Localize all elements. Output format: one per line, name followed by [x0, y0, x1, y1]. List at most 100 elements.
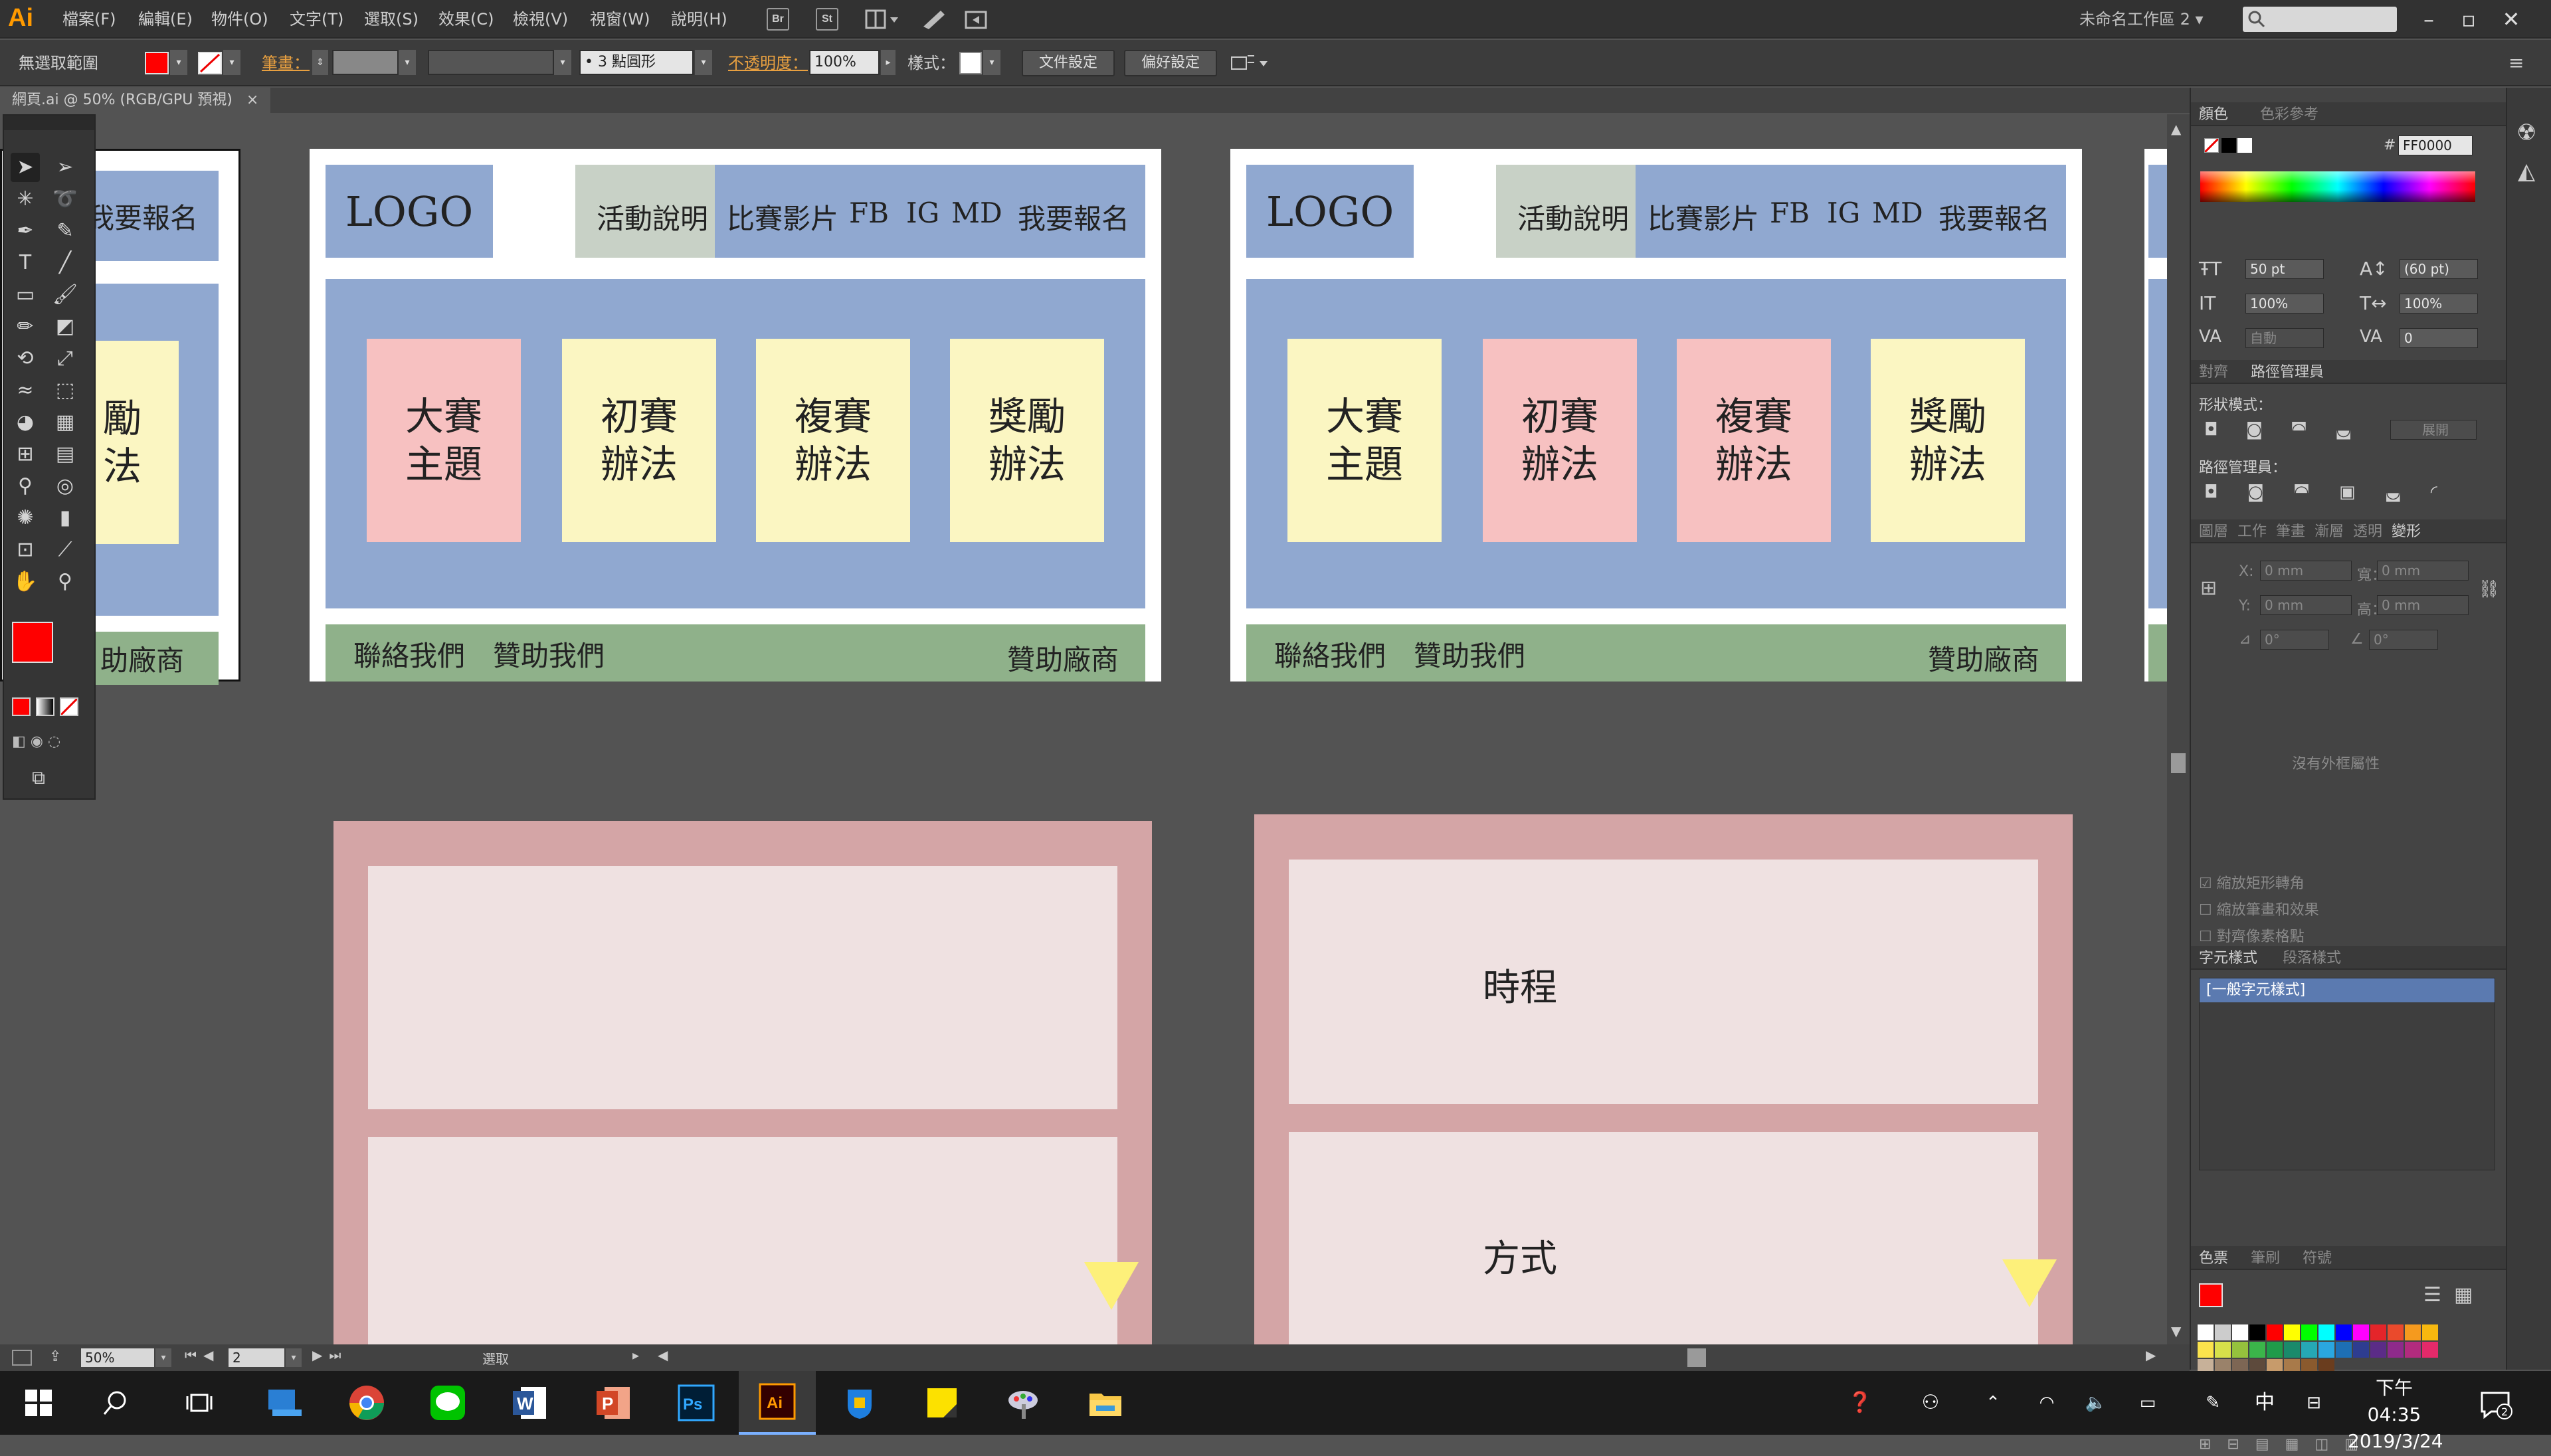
chrome-icon[interactable]: [328, 1371, 405, 1435]
fill-dropdown[interactable]: ▾: [170, 50, 187, 75]
tab-brushes[interactable]: 筆刷: [2251, 1247, 2280, 1270]
selection-tool-icon[interactable]: ➤: [11, 153, 40, 182]
preferences-button[interactable]: 偏好設定: [1124, 50, 1217, 76]
tab-artboards[interactable]: 工作: [2237, 521, 2267, 543]
pen-tray-icon[interactable]: ✎: [2196, 1371, 2229, 1435]
tab-transparency[interactable]: 透明: [2353, 521, 2382, 543]
horizontal-scroll-thumb[interactable]: [1687, 1348, 1706, 1367]
rotate-tool-icon[interactable]: ⟲: [11, 344, 40, 373]
eraser-tool-icon[interactable]: ◩: [50, 312, 80, 341]
zoom-dropdown[interactable]: ▾: [155, 1348, 171, 1367]
libraries-icon[interactable]: ◭: [2518, 158, 2535, 185]
artboard-tool-icon[interactable]: ⊡: [11, 535, 40, 565]
opacity-field[interactable]: 100%: [809, 50, 880, 75]
stroke-label[interactable]: 筆畫：: [262, 53, 310, 73]
tab-color-guide[interactable]: 色彩參考: [2260, 104, 2318, 126]
profile-dropdown[interactable]: ▾: [554, 50, 571, 75]
ime-mode-icon[interactable]: ⊟: [2297, 1371, 2330, 1435]
width-tool-icon[interactable]: ≈: [11, 376, 40, 405]
pathfinder-buttons[interactable]: ◘◙◚▣◛◜: [2204, 482, 2467, 502]
slice-tool-icon[interactable]: ⟋: [50, 535, 80, 565]
tab-gradient[interactable]: 漸層: [2315, 521, 2344, 543]
none-swatch[interactable]: [2204, 137, 2220, 153]
draw-mode-icons[interactable]: ◧ ◉ ◌: [12, 733, 85, 753]
type-tool-icon[interactable]: T: [11, 248, 40, 278]
curvature-tool-icon[interactable]: ✎: [50, 217, 80, 246]
color-spectrum[interactable]: [2200, 171, 2475, 202]
color-mode-icon[interactable]: [12, 697, 31, 716]
symbol-sprayer-tool-icon[interactable]: ✺: [11, 503, 40, 533]
file-explorer-icon[interactable]: [1067, 1371, 1144, 1435]
search-taskbar-icon[interactable]: [77, 1371, 154, 1435]
opacity-label[interactable]: 不透明度：: [728, 53, 808, 73]
scroll-down-icon[interactable]: ▼: [2171, 1323, 2181, 1339]
shear-field[interactable]: 0°: [2369, 630, 2438, 650]
document-setup-button[interactable]: 文件設定: [1022, 50, 1115, 76]
share-icon[interactable]: ⇪: [49, 1348, 61, 1365]
people-icon[interactable]: ⚇: [1911, 1371, 1950, 1435]
black-swatch[interactable]: [2221, 138, 2236, 153]
task-view-icon[interactable]: [161, 1371, 238, 1435]
w-field[interactable]: 0 mm: [2377, 561, 2469, 581]
ime-indicator[interactable]: 中: [2248, 1371, 2281, 1435]
tab-pathfinder[interactable]: 路徑管理員: [2251, 361, 2324, 384]
close-button[interactable]: ✕: [2491, 0, 2531, 39]
illustrator-icon[interactable]: Ai: [739, 1371, 816, 1435]
magic-wand-tool-icon[interactable]: ✳: [11, 185, 40, 214]
document-tab[interactable]: 網頁.ai @ 50% (RGB/GPU 預視) ×: [0, 88, 271, 113]
check-scale-corners[interactable]: ☑ 縮放矩形轉角: [2199, 871, 2305, 893]
direct-selection-tool-icon[interactable]: ➢: [50, 153, 80, 182]
paint-icon[interactable]: [985, 1371, 1062, 1435]
horizontal-scale-field[interactable]: 100%: [2400, 294, 2478, 314]
zoom-tool-icon[interactable]: ⚲: [50, 567, 80, 596]
publish-icon[interactable]: [963, 7, 990, 33]
check-align-pixel[interactable]: ☐ 對齊像素格點: [2199, 925, 2305, 946]
scroll-left-icon[interactable]: ◀: [658, 1347, 668, 1363]
menu-edit[interactable]: 編輯(E): [138, 0, 193, 39]
tab-swatches[interactable]: 色票: [2199, 1247, 2228, 1270]
rectangle-tool-icon[interactable]: ▭: [11, 280, 40, 310]
stock-button[interactable]: St: [816, 8, 838, 31]
swatch-action-icons[interactable]: ⊞⊟▤▦◫▥: [2199, 1436, 2491, 1456]
font-size-field[interactable]: 50 pt: [2245, 259, 2324, 279]
powerpoint-icon[interactable]: P: [575, 1371, 652, 1435]
expand-button[interactable]: 展開: [2390, 420, 2477, 440]
start-button[interactable]: [0, 1371, 77, 1435]
angle-field[interactable]: 0°: [2260, 630, 2329, 650]
artboard-first-prev-icons[interactable]: ⏮◀: [185, 1347, 220, 1363]
stroke-weight-dropdown[interactable]: ▾: [399, 50, 416, 75]
h-field[interactable]: 0 mm: [2377, 595, 2469, 615]
battery-icon[interactable]: ▭: [2131, 1371, 2164, 1435]
perspective-grid-tool-icon[interactable]: ▦: [50, 408, 80, 437]
artboard-number-field[interactable]: 2: [229, 1348, 284, 1367]
word-icon[interactable]: W: [492, 1371, 569, 1435]
variable-width-profile[interactable]: [428, 50, 554, 75]
bridge-button[interactable]: Br: [767, 8, 789, 31]
zoom-field[interactable]: 50%: [81, 1348, 154, 1367]
tab-paragraph-styles[interactable]: 段落樣式: [2283, 947, 2341, 970]
constrain-link-icon[interactable]: ⛓: [2478, 579, 2500, 599]
list-view-icon[interactable]: ☰: [2423, 1283, 2441, 1307]
fill-color-icon[interactable]: [12, 622, 53, 663]
help-tray-icon[interactable]: ❓: [1840, 1371, 1880, 1435]
artboard-1[interactable]: LOGO 活動說明 比賽影片 FB IG MD 我要報名 大賽 主題 初賽 辦法…: [310, 149, 1161, 682]
close-tab-icon[interactable]: ×: [246, 92, 258, 108]
screen-mode-icon[interactable]: ⧉: [32, 767, 65, 790]
gpu-performance-icon[interactable]: [921, 7, 947, 33]
scale-tool-icon[interactable]: ⤢: [50, 344, 80, 373]
workspace-switcher[interactable]: 未命名工作區 2 ▾: [2079, 0, 2204, 39]
hand-tool-icon[interactable]: ✋: [11, 567, 40, 596]
artboard-dropdown[interactable]: ▾: [286, 1348, 302, 1367]
vertical-scroll-thumb[interactable]: [2171, 753, 2186, 773]
restore-button[interactable]: ▫: [2449, 0, 2489, 39]
scroll-right-icon[interactable]: ▶: [2146, 1347, 2156, 1363]
line-tool-icon[interactable]: ╱: [50, 248, 80, 278]
vertical-scale-field[interactable]: 100%: [2245, 294, 2324, 314]
stroke-weight-field[interactable]: [332, 50, 399, 75]
shape-mode-buttons[interactable]: ◘◙◚◛: [2204, 420, 2380, 440]
canvas[interactable]: 我要報名 勵 法 助廠商 LOGO 活動說明 比賽影片 FB IG MD 我要報…: [0, 114, 2179, 1344]
tab-color[interactable]: 顏色: [2199, 104, 2228, 126]
paintbrush-tool-icon[interactable]: 🖌: [50, 280, 80, 310]
swatch-fill-indicator[interactable]: [2199, 1283, 2223, 1307]
free-transform-tool-icon[interactable]: ⬚: [50, 376, 80, 405]
